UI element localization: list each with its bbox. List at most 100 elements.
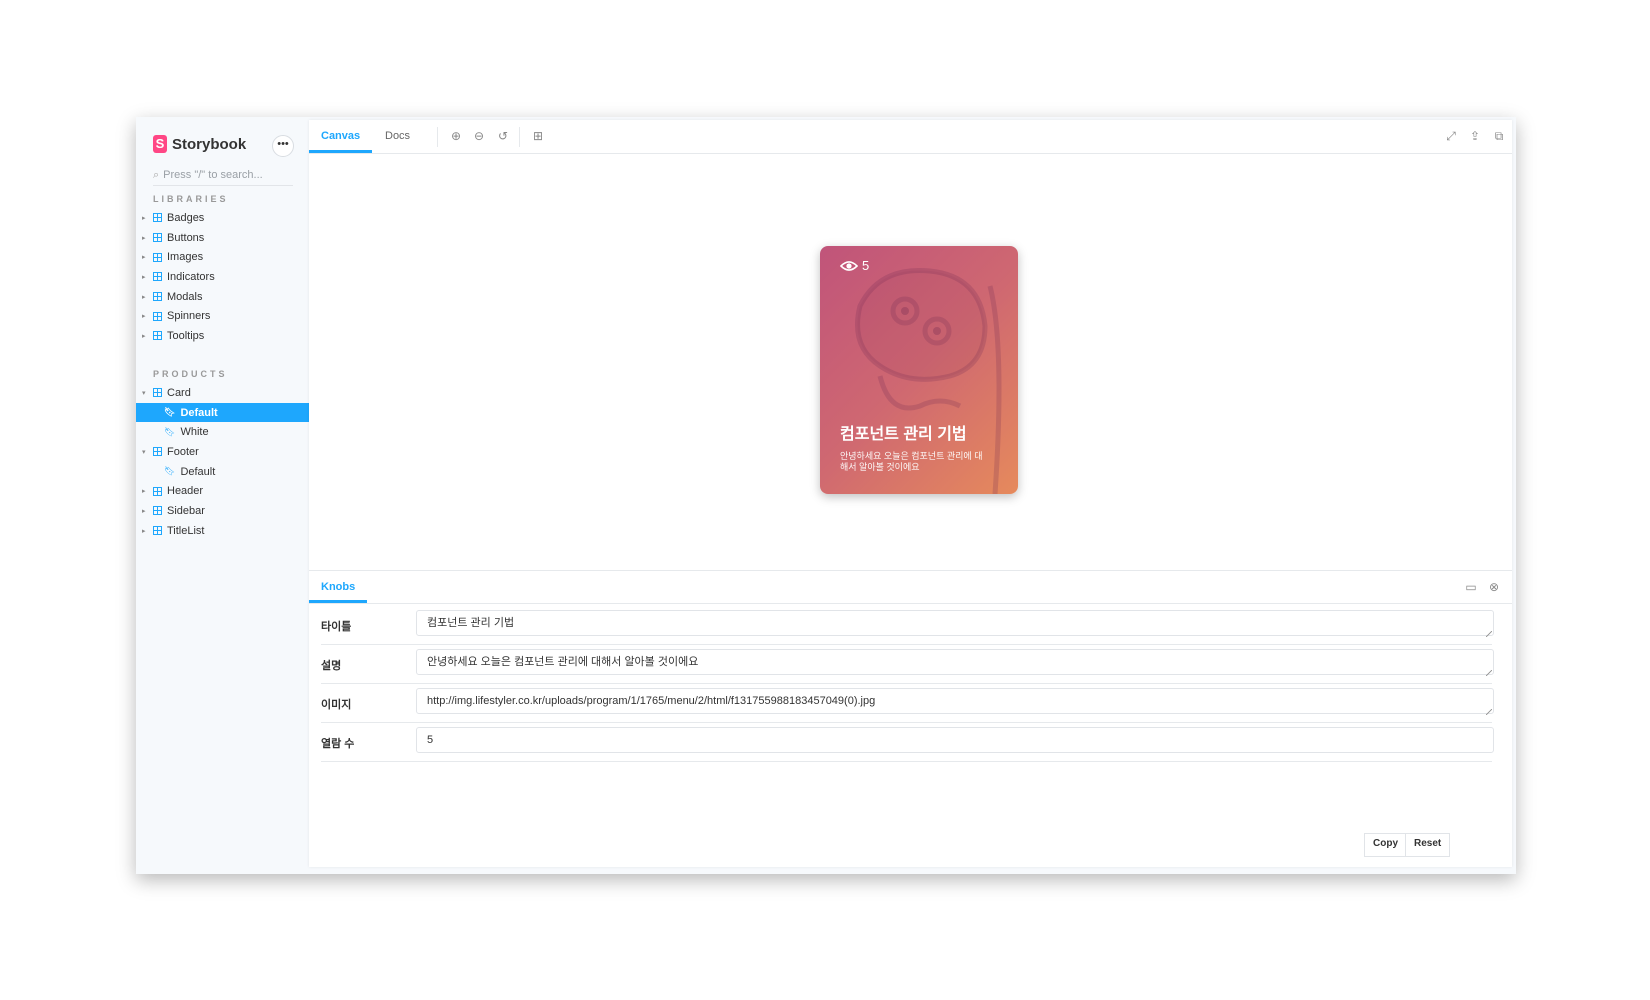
resize-handle-icon[interactable] bbox=[1486, 631, 1492, 637]
component-icon bbox=[153, 292, 162, 302]
brand-name: Storybook bbox=[172, 135, 247, 153]
close-icon[interactable]: ⊗ bbox=[1487, 580, 1501, 594]
chevron-right-icon: ▸ bbox=[142, 313, 146, 321]
card-title: 컴포넌트 관리 기법 bbox=[840, 426, 967, 443]
section-title-libraries: LIBRARIES bbox=[153, 194, 229, 204]
tab-canvas[interactable]: Canvas bbox=[309, 120, 373, 153]
chevron-right-icon: ▸ bbox=[142, 273, 146, 281]
component-icon bbox=[153, 311, 162, 321]
component-icon bbox=[153, 486, 162, 496]
zoom-out-icon[interactable]: ⊖ bbox=[472, 129, 486, 143]
sidebar-item-modals[interactable]: ▸ Modals bbox=[136, 287, 309, 307]
toolbar-divider bbox=[437, 127, 438, 147]
title-knob-field[interactable]: 컴포넌트 관리 기법 bbox=[416, 610, 1494, 636]
component-icon bbox=[153, 213, 162, 223]
search-placeholder: Press "/" to search... bbox=[163, 169, 263, 181]
component-icon bbox=[153, 506, 162, 516]
bookmark-icon: 🔖︎ bbox=[164, 466, 176, 477]
sidebar-item-header[interactable]: ▸ Header bbox=[136, 481, 309, 501]
knob-row: 설명 안녕하세요 오늘은 컴포넌트 관리에 대해서 알아볼 것이에요 bbox=[321, 644, 1494, 684]
description-knob-field[interactable]: 안녕하세요 오늘은 컴포넌트 관리에 대해서 알아볼 것이에요 bbox=[416, 649, 1494, 675]
sidebar-item-label: White bbox=[180, 426, 209, 439]
chevron-right-icon: ▸ bbox=[142, 254, 146, 262]
resize-handle-icon[interactable] bbox=[1486, 670, 1492, 676]
component-icon bbox=[153, 252, 162, 262]
view-count: 5 bbox=[840, 258, 869, 273]
sidebar-item-label: Default bbox=[180, 406, 218, 419]
knob-label: 이미지 bbox=[321, 699, 352, 711]
card-description: 안녕하세요 오늘은 컴포넌트 관리에 대해서 알아볼 것이에요 bbox=[840, 451, 983, 472]
sidebar-item-spinners[interactable]: ▸ Spinners bbox=[136, 306, 309, 326]
sidebar-item-label: Card bbox=[167, 386, 191, 399]
chevron-right-icon: ▸ bbox=[142, 293, 146, 301]
view-count-value: 5 bbox=[862, 258, 870, 273]
knob-label: 타이틀 bbox=[321, 621, 352, 633]
zoom-in-icon[interactable]: ⊕ bbox=[449, 129, 463, 143]
resize-handle-icon[interactable] bbox=[1486, 709, 1492, 715]
sidebar-item-badges[interactable]: ▸ Badges bbox=[136, 208, 309, 228]
sidebar-item-indicators[interactable]: ▸ Indicators bbox=[136, 267, 309, 287]
addons-panel: Knobs ▭ ⊗ 타이틀 컴포넌트 관리 기법 설명 안녕하세요 오늘은 컴포… bbox=[309, 570, 1512, 868]
sidebar-item-images[interactable]: ▸ Images bbox=[136, 247, 309, 267]
sidebar-item-label: Sidebar bbox=[167, 504, 205, 517]
sidebar-item-label: Default bbox=[180, 465, 216, 478]
sidebar-item-buttons[interactable]: ▸ Buttons bbox=[136, 228, 309, 248]
sidebar-item-label: Buttons bbox=[167, 231, 205, 244]
component-icon bbox=[153, 526, 162, 536]
sidebar-item-label: Tooltips bbox=[167, 329, 205, 342]
bookmark-icon: 🔖︎ bbox=[164, 426, 176, 437]
search-input[interactable]: ⌕ Press "/" to search... bbox=[153, 165, 293, 186]
zoom-reset-icon[interactable]: ↺ bbox=[496, 129, 510, 143]
sidebar-item-label: Modals bbox=[167, 290, 203, 303]
chevron-right-icon: ▸ bbox=[142, 234, 146, 242]
share-icon[interactable]: ⇪ bbox=[1468, 129, 1482, 143]
chevron-right-icon: ▸ bbox=[142, 507, 146, 515]
tree-libraries: ▸ Badges ▸ Buttons ▸ Images ▸ Indicators ▸ Mo… bbox=[136, 208, 309, 346]
sidebar: S Storybook ••• ⌕ Press "/" to search...… bbox=[136, 117, 309, 874]
component-icon bbox=[153, 447, 162, 457]
knob-label: 열람 수 bbox=[321, 738, 355, 750]
component-icon bbox=[153, 331, 162, 341]
sidebar-item-label: Badges bbox=[167, 211, 205, 224]
component-icon bbox=[153, 272, 162, 282]
addons-tabbar: Knobs ▭ ⊗ bbox=[309, 571, 1512, 604]
toolbar: Canvas Docs ⊕ ⊖ ↺ ⊞ ⤢ ⇪ ⧉ bbox=[309, 120, 1512, 154]
preview-panel: Canvas Docs ⊕ ⊖ ↺ ⊞ ⤢ ⇪ ⧉ 5 컴포넌트 관리 기법 안… bbox=[309, 120, 1512, 867]
tab-docs[interactable]: Docs bbox=[373, 120, 422, 153]
knob-row: 열람 수 5 bbox=[321, 722, 1494, 762]
copy-button[interactable]: Copy bbox=[1364, 833, 1407, 857]
tree-products: ▾ Card 🔖︎ Default 🔖︎ White ▾ Footer 🔖︎ Defaul… bbox=[136, 383, 309, 541]
sidebar-item-footer-default[interactable]: 🔖︎ Default bbox=[136, 462, 309, 482]
knob-row: 타이틀 컴포넌트 관리 기법 bbox=[321, 605, 1494, 645]
bookmark-icon: 🔖︎ bbox=[164, 407, 176, 418]
sidebar-item-footer[interactable]: ▾ Footer bbox=[136, 442, 309, 462]
sidebar-item-label: Indicators bbox=[167, 270, 215, 283]
brand[interactable]: S Storybook bbox=[153, 135, 246, 153]
component-icon bbox=[153, 233, 162, 243]
sidebar-item-titlelist[interactable]: ▸ TitleList bbox=[136, 521, 309, 541]
toolbar-divider bbox=[519, 127, 520, 147]
sidebar-item-card-white[interactable]: 🔖︎ White bbox=[136, 422, 309, 442]
panel-layout-icon[interactable]: ▭ bbox=[1464, 580, 1478, 594]
views-knob-field[interactable]: 5 bbox=[416, 727, 1494, 753]
component-icon bbox=[153, 388, 162, 398]
chevron-down-icon: ▾ bbox=[142, 448, 146, 456]
reset-button[interactable]: Reset bbox=[1405, 833, 1451, 857]
knob-label: 설명 bbox=[321, 660, 342, 672]
sidebar-item-label: Spinners bbox=[167, 310, 211, 323]
ellipsis-icon[interactable]: ••• bbox=[272, 135, 294, 157]
chevron-right-icon: ▸ bbox=[142, 214, 146, 222]
copy-link-icon[interactable]: ⧉ bbox=[1492, 129, 1506, 143]
sidebar-item-card-default[interactable]: 🔖︎ Default bbox=[136, 402, 309, 423]
fullscreen-icon[interactable]: ⤢ bbox=[1444, 129, 1458, 143]
search-icon: ⌕ bbox=[153, 168, 160, 181]
sidebar-item-sidebar[interactable]: ▸ Sidebar bbox=[136, 501, 309, 521]
sidebar-item-card[interactable]: ▾ Card bbox=[136, 383, 309, 403]
image-knob-field[interactable]: http://img.lifestyler.co.kr/uploads/prog… bbox=[416, 688, 1494, 714]
eye-icon bbox=[840, 260, 858, 271]
grid-icon[interactable]: ⊞ bbox=[531, 129, 545, 143]
card-preview[interactable]: 5 컴포넌트 관리 기법 안녕하세요 오늘은 컴포넌트 관리에 대해서 알아볼 … bbox=[820, 246, 1018, 494]
tab-knobs[interactable]: Knobs bbox=[309, 571, 368, 603]
storybook-logo-icon: S bbox=[153, 135, 167, 153]
sidebar-item-tooltips[interactable]: ▸ Tooltips bbox=[136, 326, 309, 346]
